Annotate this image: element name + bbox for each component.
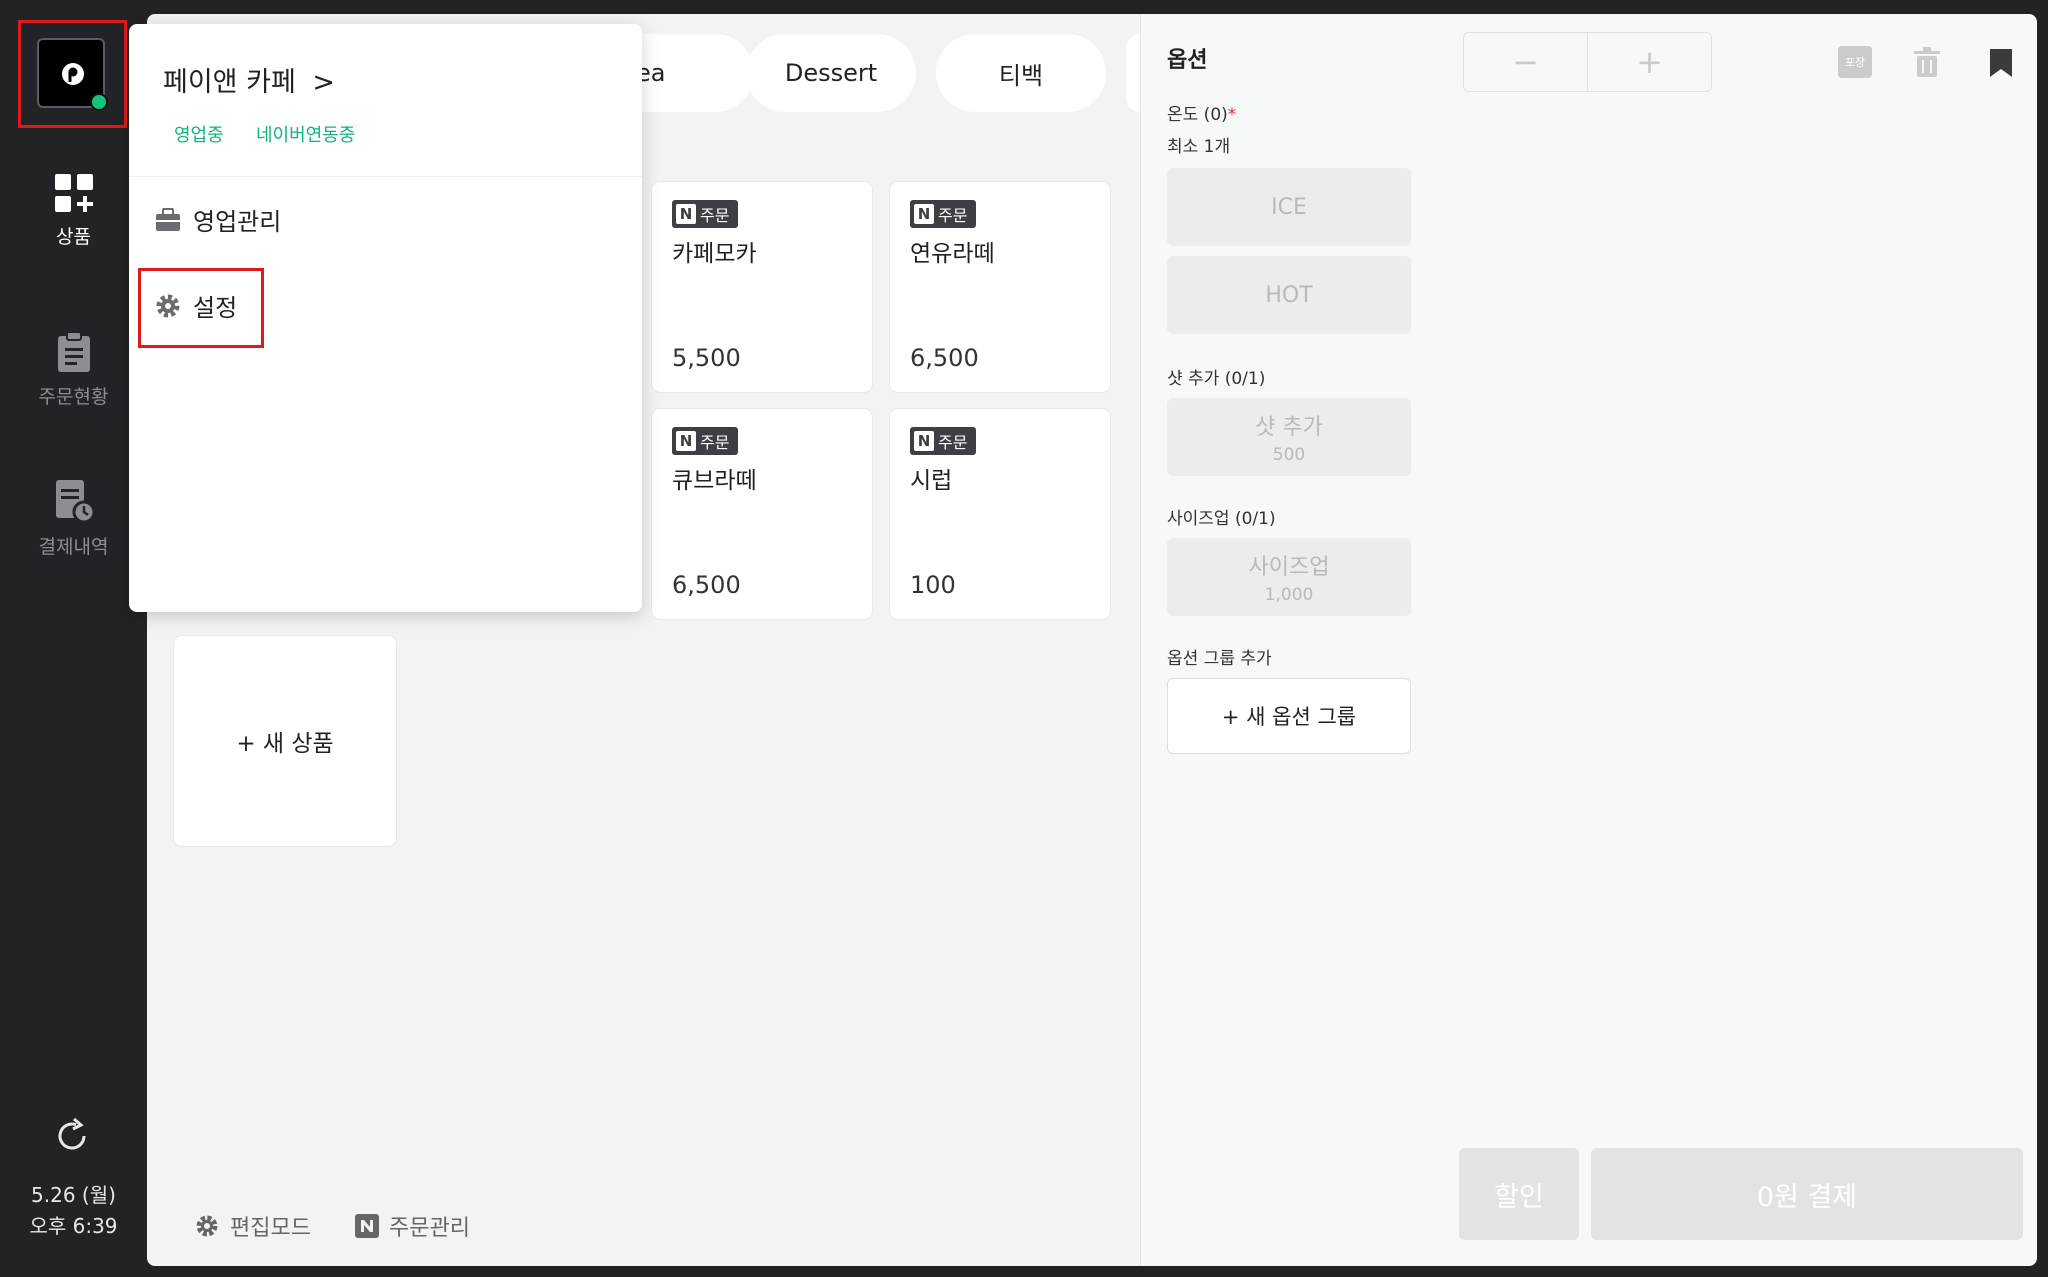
category-tab-tea[interactable]: ea	[630, 34, 754, 112]
product-card[interactable]: N 주문 큐브라떼 6,500	[652, 409, 872, 619]
product-name: 큐브라떼	[672, 468, 757, 494]
product-card[interactable]: N 주문 시럽 100	[890, 409, 1110, 619]
nav-order-status[interactable]: 주문현황	[0, 330, 147, 409]
receipt-clock-icon	[55, 480, 95, 524]
clock-date: 5.26 (월)	[31, 1183, 116, 1207]
popup-divider	[129, 176, 642, 177]
clock: 5.26 (월) 오후 6:39	[0, 1180, 147, 1242]
quantity-minus-button[interactable]: −	[1464, 33, 1588, 91]
status-badge-open: 영업중	[174, 125, 224, 146]
sidebar: 상품 주문현황 결제내역 5.26 (월) 오후 6:39	[0, 0, 147, 1277]
naver-order-badge: N 주문	[672, 427, 738, 455]
naver-order-badge: N 주문	[672, 200, 738, 228]
cart-panel: − + 포장 할인 0원 결제	[1438, 14, 2037, 1266]
option-hot-button[interactable]: HOT	[1167, 256, 1411, 334]
gear-icon	[196, 1215, 218, 1237]
pay-button[interactable]: 0원 결제	[1591, 1148, 2023, 1240]
menu-item-business-label: 영업관리	[193, 208, 282, 236]
nav-products-label: 상품	[56, 226, 91, 248]
category-tab-dessert[interactable]: Dessert	[746, 34, 916, 112]
grid-plus-icon	[54, 174, 93, 212]
new-product-button[interactable]: + 새 상품	[174, 636, 396, 846]
option-size-button[interactable]: 사이즈업 1,000	[1167, 538, 1411, 616]
product-price: 6,500	[910, 344, 979, 372]
status-badge-naver: 네이버연동중	[256, 125, 356, 146]
order-management-label: 주문관리	[389, 1216, 470, 1241]
order-management-button[interactable]: 주문관리	[355, 1210, 470, 1242]
edit-mode-button[interactable]: 편집모드	[194, 1210, 311, 1242]
naver-order-badge: N 주문	[910, 200, 976, 228]
shot-label: 샷 추가 (0/1)	[1167, 369, 1266, 389]
size-label: 사이즈업 (0/1)	[1167, 509, 1276, 529]
product-card[interactable]: N 주문 카페모카 5,500	[652, 182, 872, 392]
quantity-plus-button[interactable]: +	[1588, 33, 1711, 91]
store-name-link[interactable]: 페이앤 카페 >	[163, 60, 335, 99]
discount-button[interactable]: 할인	[1459, 1148, 1579, 1240]
options-title: 옵션	[1167, 48, 1208, 73]
options-panel: 옵션 온도 (0)* 최소 1개 ICE HOT 샷 추가 (0/1) 샷 추가…	[1140, 14, 1439, 1266]
option-shot-button[interactable]: 샷 추가 500	[1167, 398, 1411, 476]
product-price: 5,500	[672, 344, 741, 372]
clipboard-icon	[57, 331, 90, 372]
refresh-icon[interactable]	[52, 1116, 92, 1156]
nav-payment-history[interactable]: 결제내역	[0, 478, 147, 559]
highlight-box-settings	[138, 268, 264, 348]
menu-item-business[interactable]: 영업관리	[155, 202, 281, 237]
naver-order-badge: N 주문	[910, 427, 976, 455]
naver-n-icon: N	[676, 204, 696, 224]
nav-payment-history-label: 결제내역	[38, 536, 109, 558]
naver-n-icon: N	[914, 431, 934, 451]
product-name: 시럽	[910, 468, 953, 494]
naver-n-icon	[355, 1214, 379, 1238]
naver-n-icon: N	[676, 431, 696, 451]
product-price: 100	[910, 571, 956, 599]
nav-products[interactable]: 상품	[0, 172, 147, 249]
product-name: 카페모카	[672, 241, 757, 267]
category-tab-next[interactable]	[1126, 34, 1140, 112]
new-product-label: + 새 상품	[236, 731, 334, 757]
product-card[interactable]: N 주문 연유라떼 6,500	[890, 182, 1110, 392]
chevron-right-icon: >	[312, 67, 336, 98]
category-tab-dessert-label: Dessert	[784, 59, 878, 87]
temperature-label: 온도 (0)*	[1167, 105, 1237, 125]
bookmark-icon[interactable]	[1989, 48, 2013, 78]
quantity-stepper: − +	[1463, 32, 1712, 92]
category-tab-teabag[interactable]: 티백	[936, 34, 1106, 112]
option-ice-button[interactable]: ICE	[1167, 168, 1411, 246]
highlight-box-logo	[18, 20, 127, 128]
required-mark: *	[1227, 105, 1237, 125]
product-name: 연유라떼	[910, 241, 995, 267]
category-tab-teabag-label: 티백	[998, 61, 1044, 90]
option-group-label: 옵션 그룹 추가	[1167, 649, 1272, 669]
new-option-group-button[interactable]: + 새 옵션 그룹	[1167, 678, 1411, 754]
edit-mode-label: 편집모드	[230, 1216, 311, 1241]
naver-n-icon: N	[914, 204, 934, 224]
nav-order-status-label: 주문현황	[38, 386, 109, 408]
temperature-min-label: 최소 1개	[1167, 137, 1231, 157]
briefcase-icon	[156, 207, 180, 231]
trash-icon[interactable]	[1912, 46, 1942, 78]
takeout-button[interactable]: 포장	[1838, 46, 1872, 78]
clock-time: 오후 6:39	[29, 1214, 118, 1238]
product-price: 6,500	[672, 571, 741, 599]
